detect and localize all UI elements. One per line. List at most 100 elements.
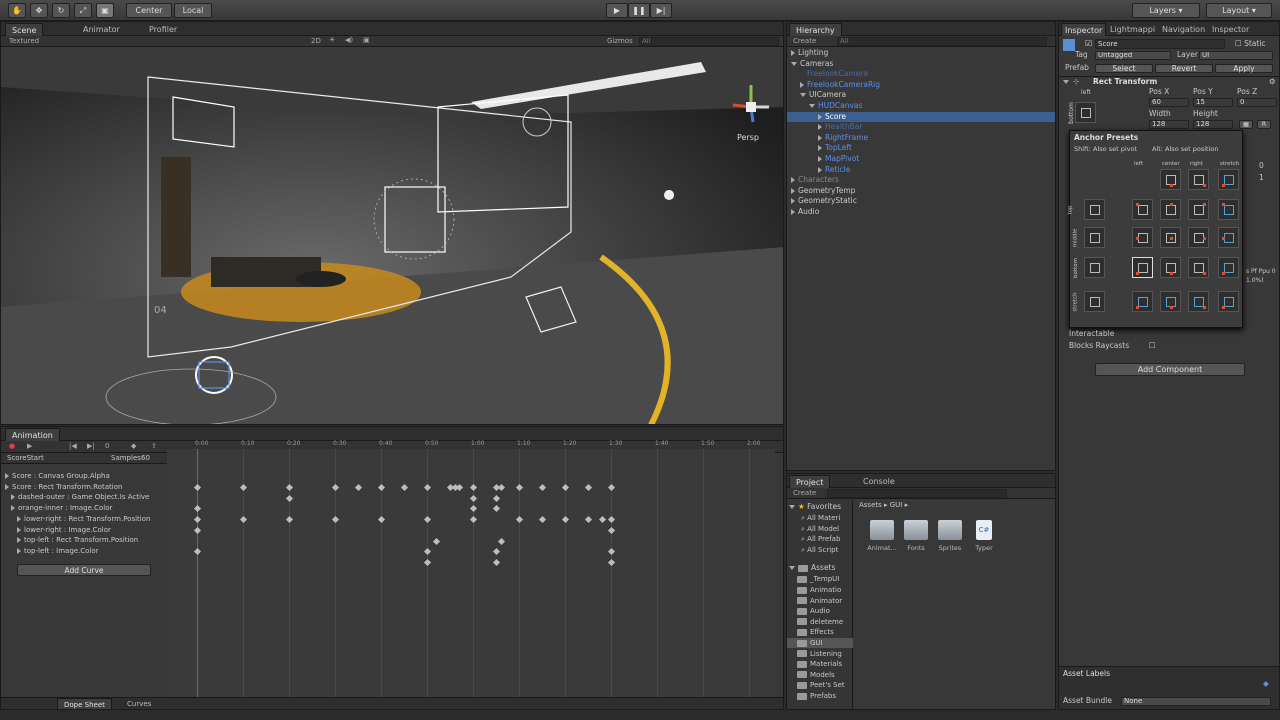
- keyframe[interactable]: [239, 516, 248, 524]
- layer-dropdown[interactable]: UI: [1199, 51, 1273, 60]
- asset-folder[interactable]: Animator: [787, 596, 853, 606]
- lighting-icon[interactable]: ☀: [329, 36, 335, 44]
- keyframe[interactable]: [193, 526, 202, 534]
- asset-folder[interactable]: GUI: [787, 638, 853, 648]
- raw-edit-button[interactable]: R: [1257, 120, 1271, 129]
- keyframe[interactable]: [193, 505, 202, 513]
- gizmos-dropdown[interactable]: Gizmos: [607, 37, 633, 45]
- foldout-icon[interactable]: [791, 177, 795, 184]
- tab-scene[interactable]: Scene: [5, 23, 44, 36]
- foldout-icon[interactable]: [17, 526, 21, 533]
- keyframe[interactable]: [607, 483, 616, 492]
- anchor-preset-cell[interactable]: [1132, 227, 1153, 248]
- pos-x-field[interactable]: 60: [1149, 98, 1189, 107]
- add-curve-button[interactable]: Add Curve: [17, 564, 151, 576]
- foldout-icon[interactable]: [818, 156, 822, 162]
- pivot-toggle[interactable]: Center: [126, 3, 172, 18]
- keyframe[interactable]: [584, 483, 593, 492]
- anchor-preset-cell[interactable]: [1132, 199, 1153, 220]
- keyframe[interactable]: [423, 548, 432, 556]
- tab-curves[interactable]: Curves: [121, 698, 157, 709]
- height-field[interactable]: 128: [1193, 120, 1233, 129]
- tab-navigation[interactable]: Navigation: [1159, 23, 1208, 36]
- foldout-icon[interactable]: [818, 134, 822, 141]
- anchor-preset-cell[interactable]: [1218, 291, 1239, 312]
- keyframe[interactable]: [492, 548, 501, 556]
- keyframe[interactable]: [492, 494, 501, 502]
- anchor-preset-cell[interactable]: [1160, 199, 1181, 220]
- animation-track[interactable]: Score : Rect Transform.Rotation: [5, 482, 165, 492]
- keyframe[interactable]: [331, 483, 340, 492]
- anchor-preset-cell[interactable]: [1132, 257, 1153, 278]
- anim-play-icon[interactable]: ▶: [27, 442, 32, 450]
- hierarchy-item[interactable]: UICamera: [787, 90, 1055, 100]
- blueprint-button[interactable]: ▦: [1239, 120, 1253, 129]
- folder-asset[interactable]: Animat...: [867, 520, 897, 552]
- asset-folder[interactable]: Materials: [787, 659, 853, 669]
- anchor-preset-cell[interactable]: [1084, 291, 1105, 312]
- persp-label[interactable]: Persp: [737, 133, 759, 142]
- keyframe[interactable]: [561, 516, 570, 524]
- foldout-icon[interactable]: [818, 166, 822, 173]
- foldout-icon[interactable]: [11, 494, 15, 501]
- asset-bundle-dropdown[interactable]: None: [1121, 697, 1271, 706]
- component-settings-icon[interactable]: ⚙: [1269, 77, 1276, 87]
- hierarchy-item[interactable]: TopLeft: [787, 143, 1055, 153]
- anchor-preset-cell[interactable]: [1188, 257, 1209, 278]
- scene-search-input[interactable]: All: [639, 37, 779, 46]
- favorites-header[interactable]: ★ Favorites: [789, 502, 841, 512]
- blocks-raycasts-checkbox[interactable]: ☐: [1149, 341, 1156, 351]
- pos-z-field[interactable]: 0: [1237, 98, 1277, 107]
- keyframe[interactable]: [423, 483, 432, 492]
- anchor-preset-cell[interactable]: [1188, 291, 1209, 312]
- anchor-preset-cell[interactable]: [1084, 257, 1105, 278]
- hierarchy-item[interactable]: FreelookCamera: [787, 69, 1055, 79]
- rect-tool-icon[interactable]: ▣: [96, 3, 114, 18]
- static-checkbox[interactable]: ☐ Static: [1235, 39, 1266, 49]
- asset-folder[interactable]: Prefabs: [787, 691, 853, 701]
- project-create-button[interactable]: Create: [793, 489, 816, 497]
- foldout-icon[interactable]: [17, 547, 21, 554]
- keyframe[interactable]: [285, 494, 294, 502]
- foldout-icon[interactable]: [791, 61, 797, 66]
- anchor-preset-cell[interactable]: [1188, 227, 1209, 248]
- tab-profiler[interactable]: Profiler: [143, 23, 183, 36]
- tab-dope-sheet[interactable]: Dope Sheet: [57, 698, 112, 709]
- scale-icon[interactable]: ⤢: [74, 3, 92, 18]
- clip-dropdown[interactable]: ScoreStart: [7, 454, 44, 462]
- breadcrumb-gui[interactable]: GUI: [890, 501, 903, 509]
- tab-animation[interactable]: Animation: [5, 428, 60, 441]
- hierarchy-search-input[interactable]: All: [837, 37, 1047, 46]
- layers-dropdown[interactable]: Layers ▾: [1132, 3, 1200, 18]
- breadcrumb-assets[interactable]: Assets: [859, 501, 882, 509]
- keyframe[interactable]: [193, 483, 202, 492]
- width-field[interactable]: 128: [1149, 120, 1189, 129]
- foldout-icon[interactable]: [11, 505, 15, 512]
- keyframe[interactable]: [193, 548, 202, 556]
- move-icon[interactable]: ✥: [30, 3, 48, 18]
- asset-folder[interactable]: Audio: [787, 606, 853, 616]
- anchor-preset-cell[interactable]: [1160, 169, 1181, 190]
- hierarchy-item[interactable]: GeometryTemp: [787, 186, 1055, 196]
- animation-track[interactable]: top-left : Image.Color: [17, 546, 165, 556]
- keyframe[interactable]: [400, 483, 409, 492]
- foldout-icon[interactable]: [800, 93, 806, 98]
- anchor-preset-cell[interactable]: [1188, 169, 1209, 190]
- script-asset[interactable]: C# Typer: [969, 520, 999, 552]
- keyframe[interactable]: [497, 537, 505, 545]
- keyframe[interactable]: [285, 483, 294, 492]
- animation-track[interactable]: orange-inner : Image.Color: [11, 503, 165, 513]
- mode-2d-toggle[interactable]: 2D: [311, 37, 321, 45]
- tab-hierarchy[interactable]: Hierarchy: [789, 23, 842, 36]
- keyframe[interactable]: [469, 516, 478, 524]
- foldout-icon[interactable]: [818, 124, 822, 131]
- add-event-icon[interactable]: ⇪: [151, 442, 157, 450]
- keyframe[interactable]: [538, 516, 547, 524]
- add-key-icon[interactable]: ◆: [131, 442, 136, 450]
- tab-animator[interactable]: Animator: [77, 23, 126, 36]
- prefab-apply-button[interactable]: Apply: [1215, 64, 1273, 73]
- asset-folder[interactable]: Peet's Set: [787, 680, 853, 690]
- tab-project[interactable]: Project: [789, 475, 831, 488]
- anchor-preset-cell[interactable]: [1084, 227, 1105, 248]
- anchor-preset-cell[interactable]: [1218, 199, 1239, 220]
